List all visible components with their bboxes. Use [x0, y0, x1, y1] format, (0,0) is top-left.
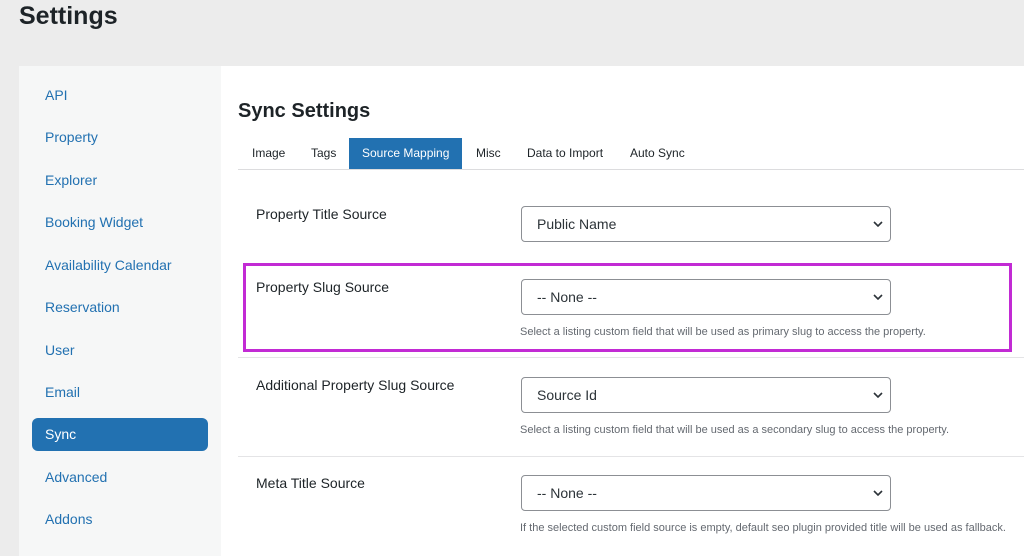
property-title-source-select[interactable]: Public Name [521, 206, 891, 242]
field-label-meta-title-source: Meta Title Source [256, 475, 365, 491]
sidebar-item-advanced[interactable]: Advanced [32, 461, 208, 494]
page-title: Settings [19, 2, 118, 30]
tab-data-to-import[interactable]: Data to Import [527, 138, 603, 169]
sidebar-item-booking-widget[interactable]: Booking Widget [32, 206, 208, 239]
chevron-down-icon [872, 207, 884, 241]
chevron-down-icon [872, 280, 884, 314]
select-value: Public Name [537, 216, 617, 232]
field-label-property-slug-source: Property Slug Source [256, 279, 390, 295]
sidebar-item-email[interactable]: Email [32, 376, 208, 409]
sidebar-item-user[interactable]: User [32, 334, 208, 367]
sidebar-item-explorer[interactable]: Explorer [32, 164, 208, 197]
row-divider [238, 456, 1024, 457]
property-slug-source-help: Select a listing custom field that will … [520, 326, 926, 338]
row-divider [238, 357, 1024, 358]
sidebar-item-reservation[interactable]: Reservation [32, 291, 208, 324]
sidebar-item-addons[interactable]: Addons [32, 503, 208, 536]
tab-image[interactable]: Image [252, 138, 285, 169]
sidebar-item-availability-calendar[interactable]: Availability Calendar [32, 249, 208, 282]
tab-source-mapping[interactable]: Source Mapping [349, 138, 462, 169]
tab-tags[interactable]: Tags [311, 138, 336, 169]
settings-main-panel: Sync Settings Image Tags Source Mapping … [221, 66, 1024, 556]
field-label-additional-property-slug-source: Additional Property Slug Source [256, 377, 455, 393]
sidebar-item-api[interactable]: API [32, 79, 208, 112]
additional-property-slug-source-help: Select a listing custom field that will … [520, 424, 950, 436]
tab-auto-sync[interactable]: Auto Sync [630, 138, 685, 169]
tabs-divider [238, 169, 1024, 170]
field-label-property-title-source: Property Title Source [256, 206, 387, 222]
meta-title-source-help: If the selected custom field source is e… [520, 522, 1006, 534]
settings-sidebar: API Property Explorer Booking Widget Ava… [19, 66, 221, 556]
additional-property-slug-source-select[interactable]: Source Id [521, 377, 891, 413]
sidebar-item-sync[interactable]: Sync [32, 418, 208, 451]
select-value: -- None -- [537, 289, 597, 305]
tab-misc[interactable]: Misc [476, 138, 501, 169]
section-title: Sync Settings [238, 100, 371, 122]
chevron-down-icon [872, 378, 884, 412]
chevron-down-icon [872, 476, 884, 510]
property-slug-source-select[interactable]: -- None -- [521, 279, 891, 315]
meta-title-source-select[interactable]: -- None -- [521, 475, 891, 511]
select-value: Source Id [537, 387, 597, 403]
select-value: -- None -- [537, 485, 597, 501]
sidebar-item-property[interactable]: Property [32, 121, 208, 154]
